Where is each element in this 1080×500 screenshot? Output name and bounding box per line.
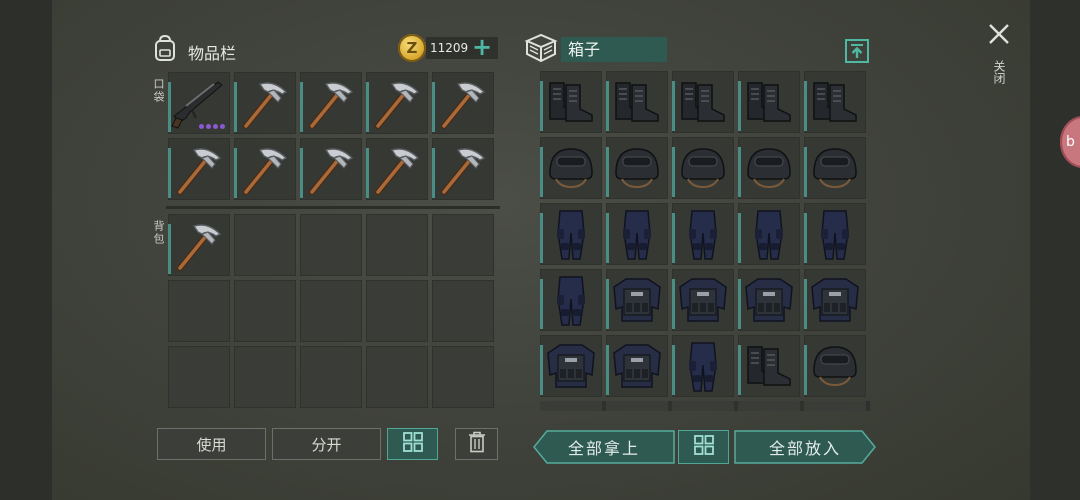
put-all-button[interactable]: 全部放入 bbox=[734, 430, 876, 464]
right-edge bbox=[1030, 0, 1080, 500]
backpack-slot[interactable] bbox=[366, 214, 428, 276]
backpack-slot[interactable] bbox=[234, 346, 296, 408]
game-screen: 物品栏 Z 11209 + 口袋 背包 箱子 使用 分开 全部拿上 全部放入 关… bbox=[0, 0, 1080, 500]
pocket-slot[interactable] bbox=[234, 72, 296, 134]
box-grid bbox=[540, 71, 866, 397]
box-grid-view-button[interactable] bbox=[678, 430, 729, 464]
backpack-slot[interactable] bbox=[366, 280, 428, 342]
box-slot[interactable] bbox=[540, 71, 602, 133]
trash-icon bbox=[468, 431, 486, 457]
backpack-slot[interactable] bbox=[234, 280, 296, 342]
backpack-label: 背包 bbox=[152, 220, 165, 246]
box-slot[interactable] bbox=[606, 203, 668, 265]
box-slot[interactable] bbox=[606, 269, 668, 331]
pocket-slot[interactable] bbox=[432, 72, 494, 134]
pocket-slot[interactable] bbox=[234, 138, 296, 200]
box-slot[interactable] bbox=[672, 269, 734, 331]
pocket-slot[interactable] bbox=[432, 138, 494, 200]
backpack-slot[interactable] bbox=[432, 346, 494, 408]
backpack-slot[interactable] bbox=[432, 214, 494, 276]
close-label[interactable]: 关闭 bbox=[991, 60, 1008, 84]
box-slot[interactable] bbox=[672, 203, 734, 265]
rarity-dots bbox=[199, 124, 225, 129]
box-slot[interactable] bbox=[804, 203, 866, 265]
box-slot[interactable] bbox=[738, 137, 800, 199]
backpack-slot[interactable] bbox=[300, 280, 362, 342]
box-slot[interactable] bbox=[540, 137, 602, 199]
box-title: 箱子 bbox=[561, 37, 667, 62]
box-slot[interactable] bbox=[540, 269, 602, 331]
box-slot[interactable] bbox=[540, 203, 602, 265]
backpack-grid bbox=[168, 214, 494, 408]
upload-icon[interactable] bbox=[844, 38, 870, 64]
pocket-slot[interactable] bbox=[366, 72, 428, 134]
crate-icon bbox=[524, 33, 558, 63]
split-button[interactable]: 分开 bbox=[272, 428, 381, 460]
box-grid-overflow bbox=[540, 401, 870, 411]
backpack-slot[interactable] bbox=[300, 346, 362, 408]
pocket-slot[interactable] bbox=[300, 72, 362, 134]
backpack-slot[interactable] bbox=[168, 280, 230, 342]
box-slot[interactable] bbox=[804, 335, 866, 397]
pocket-slot[interactable] bbox=[300, 138, 362, 200]
box-slot[interactable] bbox=[738, 335, 800, 397]
grid-view-button[interactable] bbox=[387, 428, 438, 460]
box-slot[interactable] bbox=[672, 71, 734, 133]
left-edge bbox=[0, 0, 52, 500]
box-slot[interactable] bbox=[540, 335, 602, 397]
coin-icon: Z bbox=[398, 34, 426, 62]
close-icon[interactable] bbox=[987, 22, 1011, 46]
box-slot[interactable] bbox=[804, 137, 866, 199]
box-slot[interactable] bbox=[672, 137, 734, 199]
box-slot[interactable] bbox=[804, 269, 866, 331]
box-slot[interactable] bbox=[738, 203, 800, 265]
box-slot[interactable] bbox=[606, 137, 668, 199]
grid-icon bbox=[402, 432, 423, 456]
pocket-grid bbox=[168, 72, 494, 200]
grid-icon bbox=[693, 435, 714, 459]
pocket-label: 口袋 bbox=[152, 78, 165, 104]
box-slot[interactable] bbox=[738, 71, 800, 133]
inventory-title: 物品栏 bbox=[188, 44, 237, 63]
backpack-slot[interactable] bbox=[432, 280, 494, 342]
use-button[interactable]: 使用 bbox=[157, 428, 266, 460]
pocket-slot[interactable] bbox=[168, 138, 230, 200]
backpack-slot[interactable] bbox=[300, 214, 362, 276]
box-slot[interactable] bbox=[606, 335, 668, 397]
trash-button[interactable] bbox=[455, 428, 498, 460]
pocket-slot[interactable] bbox=[366, 138, 428, 200]
box-slot[interactable] bbox=[672, 335, 734, 397]
box-slot[interactable] bbox=[738, 269, 800, 331]
backpack-icon bbox=[152, 34, 178, 62]
pocket-slot[interactable] bbox=[168, 72, 230, 134]
put-all-label: 全部放入 bbox=[768, 439, 841, 458]
take-all-label: 全部拿上 bbox=[567, 439, 640, 458]
plus-icon[interactable]: + bbox=[472, 35, 492, 59]
backpack-slot[interactable] bbox=[168, 346, 230, 408]
box-slot[interactable] bbox=[606, 71, 668, 133]
section-divider bbox=[166, 206, 500, 209]
backpack-slot[interactable] bbox=[234, 214, 296, 276]
take-all-button[interactable]: 全部拿上 bbox=[533, 430, 675, 464]
backpack-slot[interactable] bbox=[366, 346, 428, 408]
box-slot[interactable] bbox=[804, 71, 866, 133]
backpack-slot[interactable] bbox=[168, 214, 230, 276]
